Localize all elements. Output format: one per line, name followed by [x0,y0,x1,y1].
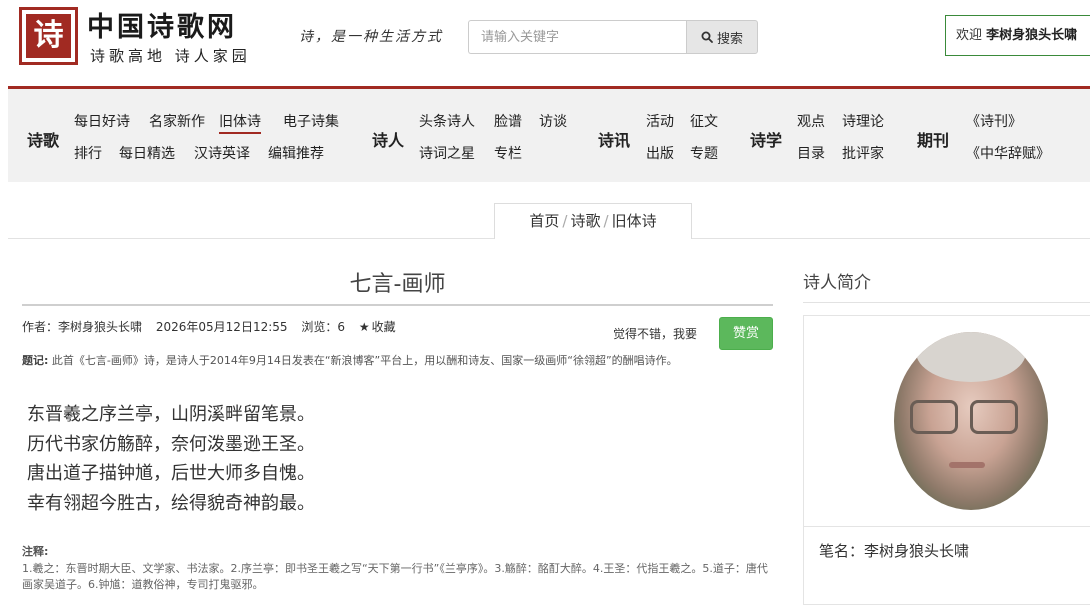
profile-divider [804,526,1090,527]
nav-link-critics[interactable]: 批评家 [842,143,884,163]
author-info: 作者：李树身狼头长啸 [22,320,142,334]
appreciate-button[interactable]: 赞赏 [719,317,773,350]
search-button-label: 搜索 [716,31,743,47]
welcome-prefix: 欢迎 [956,28,983,43]
nav-link-shikan[interactable]: 《诗刊》 [966,111,1022,131]
annotation-text: 1.羲之：东晋时期大臣、文学家、书法家。2.序兰亭：即书圣王羲之写“天下第一行书… [22,562,768,591]
avatar-hair [916,332,1026,382]
site-slogan: 诗，是一种生活方式 [299,29,443,45]
nav-link-catalog[interactable]: 目录 [797,143,825,163]
article-meta: 作者：李树身狼头长啸 2026年05月12日12:55 浏览：6 ★ 收藏 [22,318,406,335]
favorite-button[interactable]: ★ 收藏 [359,320,406,334]
views-label: 浏览： [301,320,338,334]
poem-body: 东晋羲之序兰亭，山阴溪畔留笔景。 历代书家仿觞醉，奈何泼墨逊王圣。 唐出道子描钟… [27,400,315,518]
nav-category-journals[interactable]: 期刊 [917,127,949,151]
poem-line: 历代书家仿觞醉，奈何泼墨逊王圣。 [27,433,315,455]
breadcrumb-separator: / [603,212,609,230]
nav-link-e-collections[interactable]: 电子诗集 [283,111,339,131]
nav-link-rankings[interactable]: 排行 [74,143,102,163]
nav-link-events[interactable]: 活动 [646,111,674,131]
search-input[interactable] [468,20,687,54]
nav-link-profiles[interactable]: 脸谱 [494,111,522,131]
nav-link-contests[interactable]: 征文 [690,111,718,131]
publish-date: 2026年05月12日12:55 [155,320,288,334]
nav-link-classical-poetry[interactable]: 旧体诗 [219,111,261,134]
logo-mark: 诗 [26,14,71,58]
views-value: 6 [337,320,346,334]
poem-title: 七言-画师 [349,272,446,297]
poem-line: 东晋羲之序兰亭，山阴溪畔留笔景。 [27,404,315,425]
nav-category-poetry[interactable]: 诗歌 [27,127,59,151]
nav-link-editors-picks[interactable]: 编辑推荐 [268,143,324,163]
welcome-box[interactable]: 欢迎 李树身狼头长啸 [945,15,1090,56]
nav-link-publishing[interactable]: 出版 [646,143,674,163]
nav-link-masters-new[interactable]: 名家新作 [149,111,205,131]
poem-line: 幸有翎超今胜古，绘得貌奇神韵最。 [27,492,315,514]
site-title[interactable]: 中国诗歌网 [87,5,237,44]
avatar[interactable] [894,332,1048,510]
annotation-label: 注释: [22,545,49,558]
search-button[interactable]: 搜索 [686,20,758,54]
avatar-glasses [970,400,1018,434]
nav-category-news[interactable]: 诗讯 [598,127,630,151]
nav-category-poetics[interactable]: 诗学 [750,127,782,151]
nav-link-headline-poets[interactable]: 头条诗人 [419,111,475,131]
nav-link-zhonghua-cifu[interactable]: 《中华辞赋》 [966,143,1050,163]
breadcrumb-separator: / [562,212,568,230]
author-label: 作者： [22,320,59,334]
search-icon [701,31,713,43]
view-count: 浏览：6 [301,320,345,334]
nav-link-poetry-stars[interactable]: 诗词之星 [419,143,475,163]
nav-category-poets[interactable]: 诗人 [372,127,404,151]
site-logo[interactable]: 诗 [19,7,78,65]
pen-name-value: 李树身狼头长啸 [864,542,970,560]
avatar-glasses [910,400,958,434]
nav-link-translations[interactable]: 汉诗英译 [194,143,250,163]
site-header: 诗 中国诗歌网 诗歌高地 诗人家园 诗，是一种生活方式 搜索 欢迎 李树身狼头长… [0,0,1090,86]
nav-link-topics[interactable]: 专题 [690,143,718,163]
breadcrumb: 首页 / 诗歌 / 旧体诗 [494,203,692,239]
site-subtitle: 诗歌高地 诗人家园 [90,47,251,65]
avatar-mouth [949,462,985,468]
favorite-label: 收藏 [371,320,396,334]
pen-name-label: 笔名： [819,542,865,560]
nav-link-daily-good-poems[interactable]: 每日好诗 [74,111,130,131]
breadcrumb-classical[interactable]: 旧体诗 [612,212,657,230]
poem-line: 唐出道子描钟馗，后世大师多自愧。 [27,463,315,484]
poet-profile-card: 笔名：李树身狼头长啸 [803,315,1090,605]
main-nav: 诗歌 每日好诗 名家新作 旧体诗 电子诗集 排行 每日精选 汉诗英译 编辑推荐 … [8,89,1090,182]
sidebar-divider [803,302,1090,303]
title-divider [22,304,773,306]
epigraph-text: 此首《七言-画师》诗，是诗人于2014年9月14日发表在“新浪博客”平台上，用以… [51,354,678,367]
pen-name: 笔名：李树身狼头长啸 [819,540,969,561]
welcome-user[interactable]: 李树身狼头长啸 [986,28,1077,43]
epigraph: 题记: 此首《七言-画师》诗，是诗人于2014年9月14日发表在“新浪博客”平台… [22,352,782,368]
breadcrumb-poetry[interactable]: 诗歌 [570,212,600,230]
nav-link-columns[interactable]: 专栏 [494,143,522,163]
appreciate-prompt: 觉得不错，我要 [613,327,698,341]
epigraph-label: 题记: [22,354,49,367]
poet-intro-title: 诗人简介 [803,273,871,293]
star-icon: ★ [358,320,370,334]
nav-link-poetry-theory[interactable]: 诗理论 [842,111,884,131]
breadcrumb-home[interactable]: 首页 [529,212,559,230]
nav-link-interviews[interactable]: 访谈 [539,111,567,131]
nav-link-daily-picks[interactable]: 每日精选 [119,143,175,163]
author-name[interactable]: 李树身狼头长啸 [58,320,142,334]
nav-link-viewpoints[interactable]: 观点 [797,111,825,131]
